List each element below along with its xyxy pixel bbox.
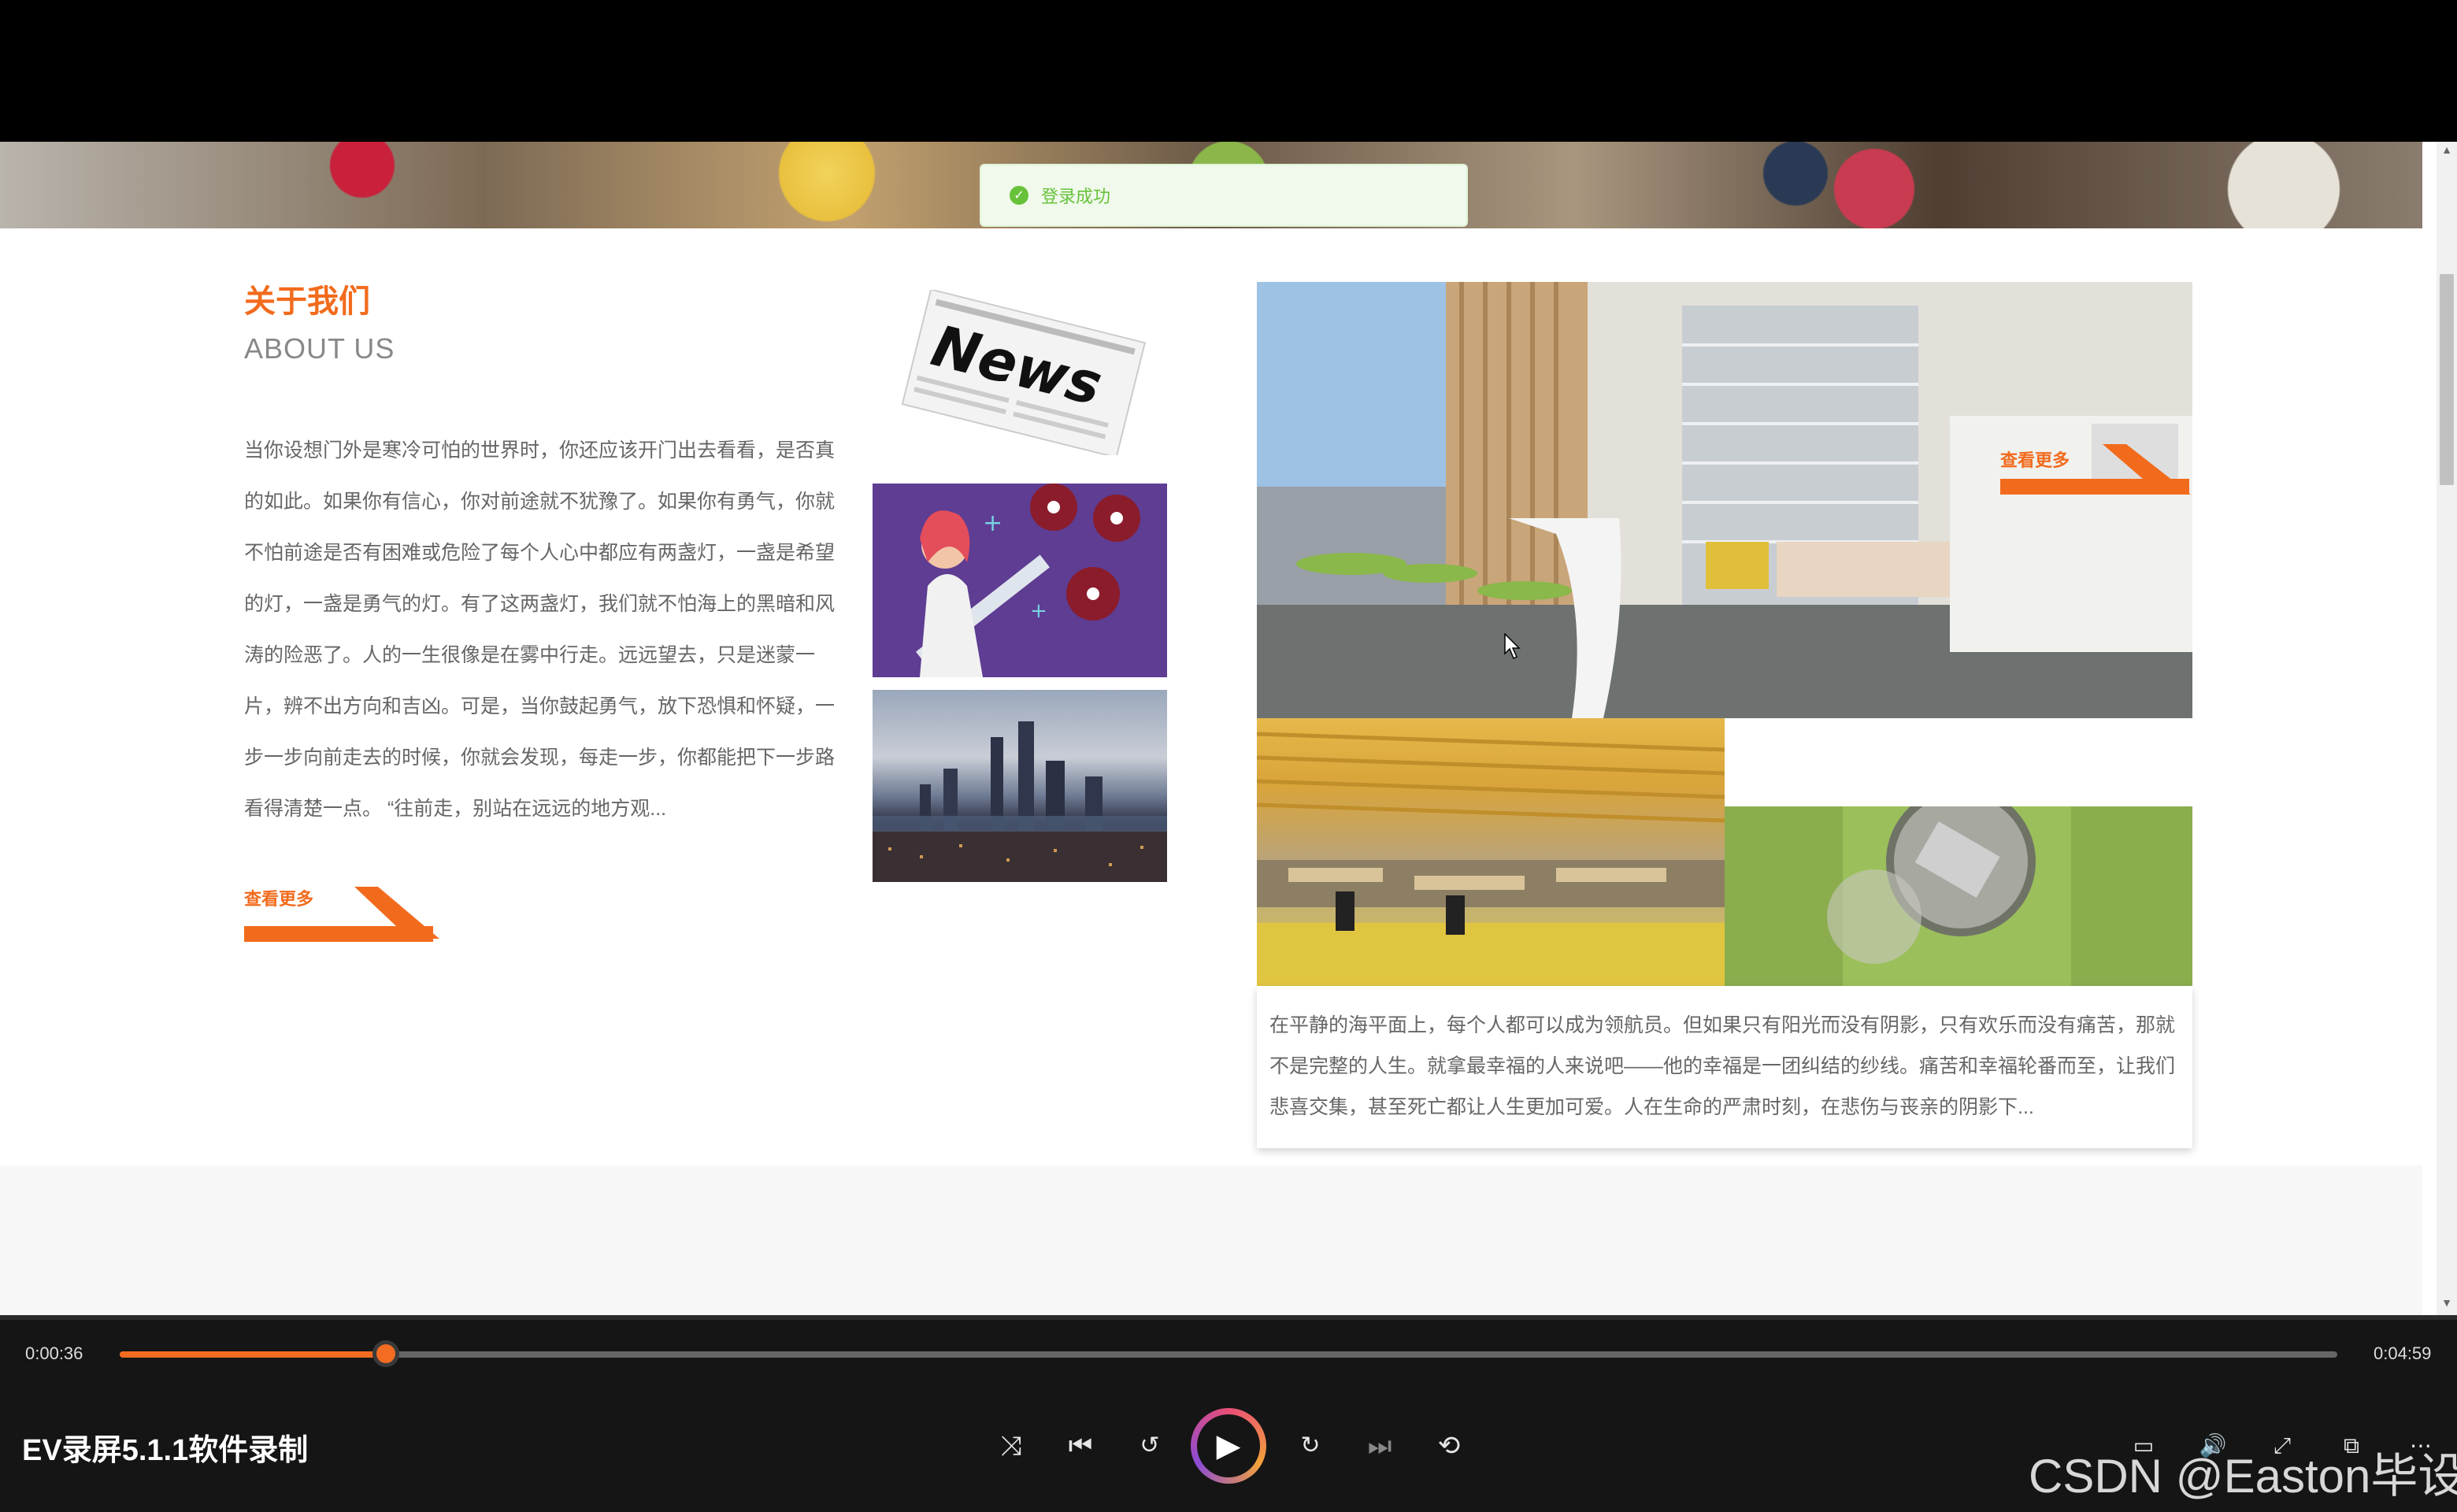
arrow-right-icon[interactable] — [346, 884, 441, 943]
player-top-strip — [0, 1315, 2457, 1320]
about-more-link[interactable]: 查看更多 — [244, 885, 313, 910]
rewind-10-icon[interactable]: ↺ — [1128, 1424, 1172, 1468]
newspaper-image: News — [901, 290, 1147, 455]
previous-icon[interactable]: ⏮ — [1058, 1424, 1102, 1468]
check-circle-icon: ✓ — [1010, 186, 1028, 205]
card-text-panel: 在平静的海平面上，每个人都可以成为领航员。但如果只有阳光而没有阴影，只有欢乐而没… — [1257, 986, 2192, 1148]
current-time: 0:00:36 — [25, 1343, 83, 1363]
svg-text:+: + — [1030, 599, 1047, 623]
scroll-up-arrow-icon[interactable]: ▲ — [2438, 143, 2455, 159]
repeat-off-icon[interactable]: ⟲ — [1427, 1424, 1471, 1468]
scroll-down-arrow-icon[interactable]: ▼ — [2438, 1296, 2455, 1312]
city-skyline-photo — [873, 690, 1167, 882]
about-title: 关于我们 — [244, 284, 370, 319]
card-more-link[interactable]: 查看更多 — [2000, 447, 2070, 472]
nurse-vaccine-illustration: + + — [873, 484, 1167, 677]
seek-handle[interactable] — [372, 1340, 399, 1367]
about-subtitle: ABOUT US — [244, 332, 395, 365]
arrow-right-icon[interactable] — [2095, 441, 2192, 499]
seek-track[interactable] — [120, 1351, 2337, 1358]
toast-message: 登录成功 — [1041, 187, 1111, 206]
card-paragraph: 在平静的海平面上，每个人都可以成为领航员。但如果只有阳光而没有阴影，只有欢乐而没… — [1269, 1014, 2176, 1118]
mouse-cursor-icon — [1504, 633, 1521, 660]
svg-text:+: + — [983, 510, 1002, 537]
shuffle-icon[interactable]: ⤨ — [989, 1424, 1033, 1468]
success-toast: ✓ 登录成功 — [980, 164, 1468, 227]
scrollbar-thumb[interactable] — [2440, 274, 2454, 485]
video-title: EV录屏5.1.1软件录制 — [22, 1434, 309, 1467]
office-lounge-photo — [1257, 282, 2192, 718]
total-time: 0:04:59 — [2374, 1343, 2432, 1363]
open-office-photo — [1257, 718, 1725, 986]
csdn-watermark: CSDN @Easton毕设 — [2029, 1450, 2457, 1503]
page-lower-area — [0, 1166, 2422, 1315]
video-letterbox-top — [0, 0, 2457, 142]
next-icon[interactable]: ⏭ — [1358, 1424, 1402, 1468]
environmental-poster-image — [1725, 806, 2192, 986]
about-paragraph: 当你设想门外是寒冷可怕的世界时，你还应该开门出去看看，是否真的如此。如果你有信心… — [244, 439, 836, 820]
forward-30-icon[interactable]: ↻ — [1288, 1424, 1332, 1468]
play-icon[interactable]: ▶ — [1197, 1414, 1260, 1477]
seek-progress-fill — [120, 1351, 386, 1358]
